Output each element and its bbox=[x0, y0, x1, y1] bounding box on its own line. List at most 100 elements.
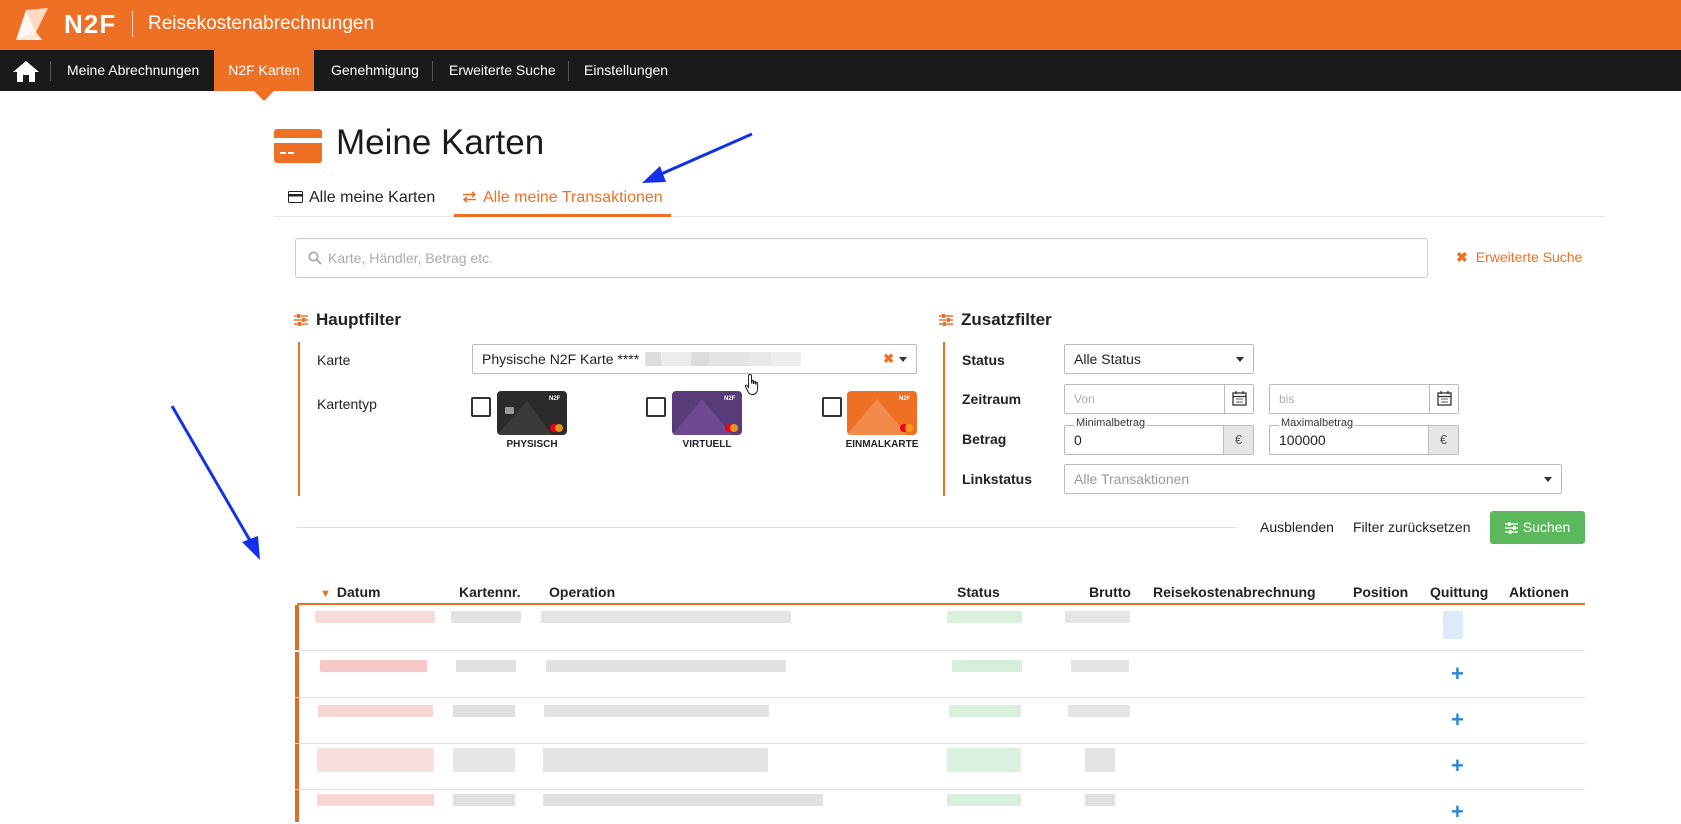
period-label: Zeitraum bbox=[962, 391, 1022, 407]
column-header-aktionen[interactable]: Aktionen bbox=[1509, 584, 1569, 600]
redacted-card-number bbox=[456, 660, 516, 672]
checkbox-physisch[interactable] bbox=[471, 397, 491, 417]
redacted-status bbox=[952, 660, 1022, 672]
redacted-status bbox=[947, 611, 1022, 623]
sort-desc-icon: ▼ bbox=[320, 588, 331, 600]
calendar-icon[interactable] bbox=[1429, 385, 1458, 413]
row-marker bbox=[295, 790, 299, 822]
add-receipt-icon[interactable]: + bbox=[1451, 663, 1464, 685]
card-icon bbox=[288, 191, 303, 203]
column-header-position[interactable]: Position bbox=[1353, 584, 1408, 600]
table-row[interactable]: + bbox=[295, 652, 1585, 698]
extra-filter-bar bbox=[943, 342, 945, 496]
redacted-date bbox=[317, 794, 434, 806]
header-divider bbox=[132, 11, 133, 37]
search-button-label: Suchen bbox=[1522, 519, 1571, 535]
card-artwork-icon: N2F bbox=[672, 396, 738, 435]
redacted-block bbox=[691, 352, 710, 366]
add-receipt-icon[interactable]: + bbox=[1451, 709, 1464, 731]
virtual-card-image: N2F bbox=[672, 391, 742, 435]
search-button[interactable]: Suchen bbox=[1490, 511, 1585, 544]
min-amount-label: Minimalbetrag bbox=[1074, 417, 1148, 430]
tab-alle-meine-karten[interactable]: Alle meine Karten bbox=[288, 189, 435, 217]
row-marker bbox=[295, 605, 299, 650]
annotation-arrow-icon bbox=[170, 405, 260, 560]
redacted-amount bbox=[1085, 794, 1115, 806]
max-amount-value: 100000 bbox=[1279, 432, 1326, 448]
status-select[interactable]: Alle Status bbox=[1064, 344, 1254, 374]
main-filter-title: Hauptfilter bbox=[316, 310, 401, 329]
column-header-kartennr[interactable]: Kartennr. bbox=[459, 584, 520, 600]
row-marker bbox=[295, 652, 299, 697]
table-row[interactable]: + bbox=[295, 698, 1585, 744]
link-status-select[interactable]: Alle Transaktionen bbox=[1064, 464, 1562, 494]
logo-text: N2F bbox=[64, 9, 117, 39]
physical-card-image: N2F bbox=[497, 391, 567, 435]
card-type-label: Kartentyp bbox=[317, 396, 377, 412]
nav-item-meine-abrechnungen[interactable]: Meine Abrechnungen bbox=[51, 50, 215, 91]
table-row[interactable]: + bbox=[295, 744, 1585, 790]
svg-text:N2F: N2F bbox=[899, 396, 911, 402]
clear-icon[interactable]: ✖ bbox=[883, 345, 894, 373]
card-artwork-icon: N2F bbox=[847, 396, 913, 435]
redacted-operation bbox=[543, 794, 823, 806]
chevron-down-icon bbox=[899, 357, 907, 362]
amount-label: Betrag bbox=[962, 431, 1007, 447]
redacted-status bbox=[947, 748, 1021, 772]
date-to-input[interactable]: bis bbox=[1269, 384, 1459, 414]
table-row[interactable] bbox=[295, 605, 1585, 651]
column-header-quittung[interactable]: Quittung bbox=[1430, 584, 1488, 600]
transaction-search-box bbox=[295, 238, 1428, 278]
min-amount-value: 0 bbox=[1074, 432, 1082, 448]
extra-filter-heading: Zusatzfilter bbox=[939, 310, 1052, 330]
search-input[interactable] bbox=[328, 247, 1408, 269]
column-header-operation[interactable]: Operation bbox=[549, 584, 615, 600]
transfer-icon bbox=[462, 191, 477, 203]
column-header-datum[interactable]: ▼ Datum bbox=[320, 584, 380, 600]
redacted-date bbox=[318, 705, 433, 717]
card-type-einmalkarte-label: EINMALKARTE bbox=[845, 439, 919, 450]
redacted-amount bbox=[1065, 611, 1130, 623]
column-header-brutto[interactable]: Brutto bbox=[1089, 584, 1131, 600]
app-title: Reisekostenabrechnungen bbox=[148, 13, 375, 34]
table-row[interactable]: + bbox=[295, 790, 1585, 823]
max-amount-label: Maximalbetrag bbox=[1279, 417, 1356, 430]
home-icon[interactable] bbox=[12, 59, 40, 83]
column-header-status[interactable]: Status bbox=[957, 584, 1000, 600]
main-nav: Meine Abrechnungen N2F Karten Genehmigun… bbox=[0, 50, 1681, 91]
nav-item-genehmigung[interactable]: Genehmigung bbox=[315, 50, 435, 91]
date-to-placeholder: bis bbox=[1279, 392, 1295, 406]
min-currency-addon: € bbox=[1223, 426, 1253, 454]
min-amount-input[interactable]: Minimalbetrag 0 € bbox=[1064, 417, 1254, 455]
redacted-status bbox=[949, 705, 1021, 717]
add-receipt-icon[interactable]: + bbox=[1451, 801, 1464, 823]
redacted-date bbox=[317, 748, 434, 772]
card-select[interactable]: Physische N2F Karte **** ✖ bbox=[472, 344, 917, 374]
redacted-operation bbox=[544, 705, 769, 717]
redacted-block bbox=[771, 352, 802, 366]
checkbox-einmalkarte[interactable] bbox=[822, 397, 842, 417]
calendar-icon[interactable] bbox=[1224, 385, 1253, 413]
nav-item-erweiterte-suche[interactable]: Erweiterte Suche bbox=[433, 50, 572, 91]
add-receipt-icon[interactable]: + bbox=[1451, 755, 1464, 777]
filter-divider bbox=[297, 527, 1237, 528]
reset-filters-link[interactable]: Filter zurücksetzen bbox=[1353, 519, 1470, 535]
hide-filters-link[interactable]: Ausblenden bbox=[1260, 519, 1334, 535]
date-from-input[interactable]: Von bbox=[1064, 384, 1254, 414]
svg-text:N2F: N2F bbox=[724, 396, 736, 402]
checkbox-virtuell[interactable] bbox=[646, 397, 666, 417]
redacted-card-number bbox=[453, 794, 515, 806]
column-header-reisekostenabrechnung[interactable]: Reisekostenabrechnung bbox=[1153, 584, 1316, 600]
redacted-card-number bbox=[453, 748, 515, 772]
redacted-card-number bbox=[451, 611, 521, 623]
hand-cursor-icon bbox=[744, 373, 759, 395]
tab-alle-meine-transaktionen[interactable]: Alle meine Transaktionen bbox=[462, 189, 663, 217]
active-tab-underline bbox=[454, 214, 671, 217]
nav-item-einstellungen[interactable]: Einstellungen bbox=[568, 50, 684, 91]
column-label: Datum bbox=[336, 584, 381, 600]
date-from-placeholder: Von bbox=[1074, 392, 1095, 406]
nav-item-n2f-karten[interactable]: N2F Karten bbox=[214, 50, 314, 91]
credit-card-icon bbox=[274, 129, 322, 163]
advanced-search-toggle[interactable]: ✖ Erweiterte Suche bbox=[1456, 249, 1582, 266]
max-amount-input[interactable]: Maximalbetrag 100000 € bbox=[1269, 417, 1459, 455]
